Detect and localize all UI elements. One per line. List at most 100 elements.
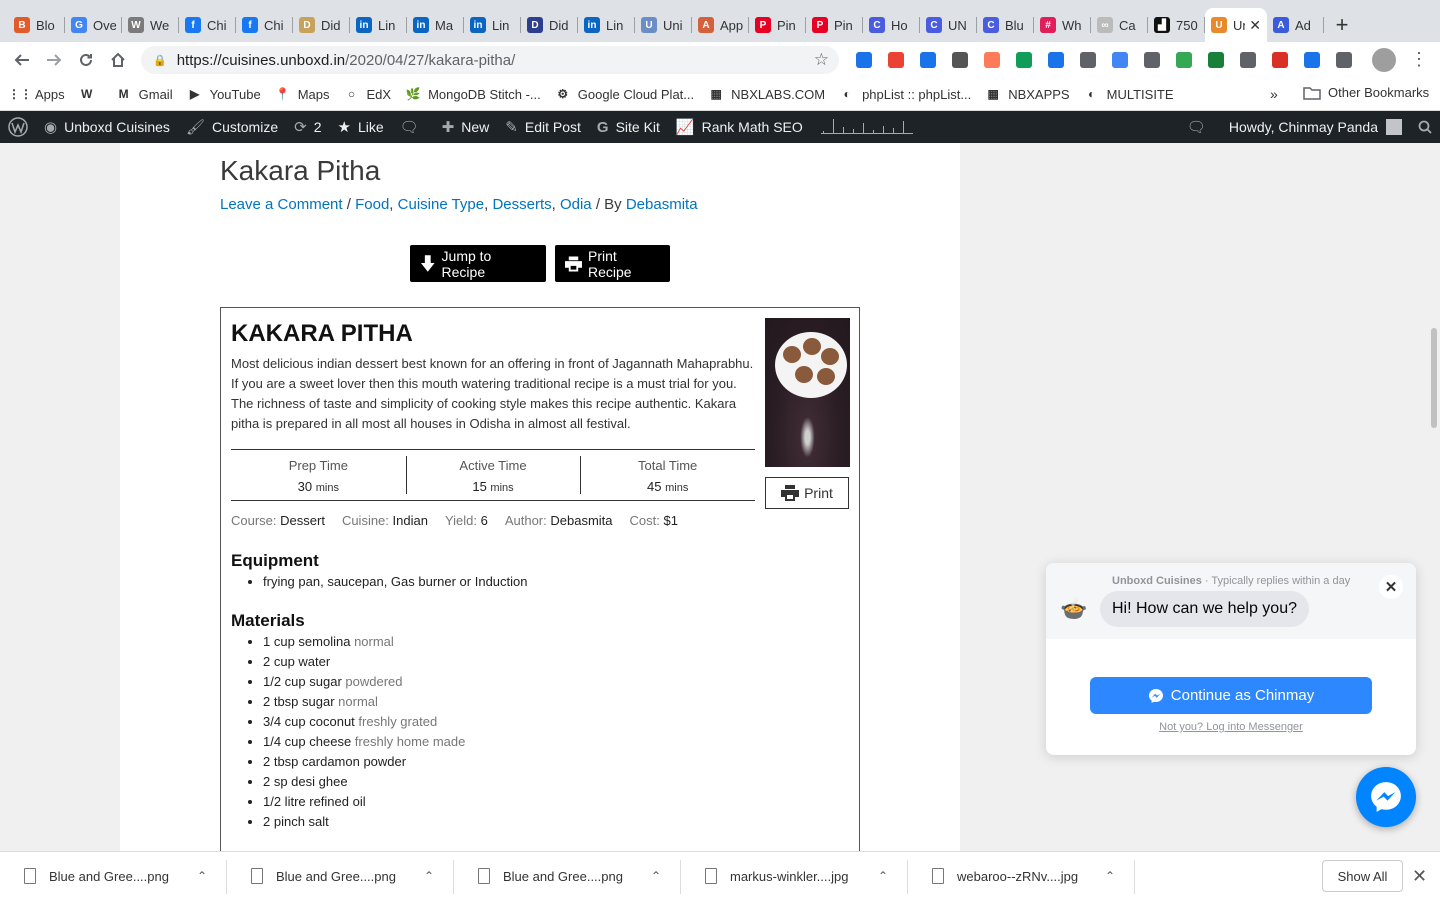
browser-tab[interactable]: P Pin bbox=[806, 8, 863, 42]
author-link[interactable]: Debasmita bbox=[626, 196, 698, 213]
browser-tab[interactable]: C Blu bbox=[977, 8, 1034, 42]
chevron-up-icon[interactable]: ⌃ bbox=[1105, 869, 1115, 883]
browser-tab[interactable]: in Lin bbox=[350, 8, 407, 42]
extension-icon[interactable] bbox=[944, 42, 976, 78]
log-into-messenger-link[interactable]: Not you? Log into Messenger bbox=[1046, 721, 1416, 733]
ab-notifications[interactable]: 🗨 bbox=[1179, 111, 1221, 143]
ab-like[interactable]: ★ Like bbox=[330, 111, 392, 143]
extension-icon[interactable] bbox=[1072, 42, 1104, 78]
bookmark-item[interactable]: 🌿 MongoDB Stitch -... bbox=[405, 86, 541, 102]
show-all-button[interactable]: Show All bbox=[1322, 860, 1403, 892]
print-recipe-button[interactable]: Print Recipe bbox=[555, 245, 670, 282]
bookmark-item[interactable]: M Gmail bbox=[116, 86, 173, 102]
extension-icon[interactable] bbox=[1040, 42, 1072, 78]
leave-comment-link[interactable]: Leave a Comment bbox=[220, 196, 343, 213]
stats-sparkline[interactable] bbox=[820, 119, 913, 134]
continue-as-button[interactable]: Continue as Chinmay bbox=[1090, 677, 1372, 714]
chevron-up-icon[interactable]: ⌃ bbox=[651, 869, 661, 883]
ab-edit-post[interactable]: ✎ Edit Post bbox=[497, 111, 589, 143]
bookmark-item[interactable]: 📍 Maps bbox=[275, 86, 329, 102]
reload-button[interactable] bbox=[70, 44, 102, 76]
browser-tab[interactable]: in Lin bbox=[578, 8, 635, 42]
address-bar[interactable]: 🔒 https://cuisines.unboxd.in/2020/04/27/… bbox=[141, 46, 839, 74]
download-item[interactable]: webaroo--zRNv....jpg ⌃ bbox=[908, 852, 1135, 900]
browser-tab[interactable]: D Did bbox=[293, 8, 350, 42]
bookmark-item[interactable]: W bbox=[79, 86, 102, 102]
ab-site-kit[interactable]: G Site Kit bbox=[589, 111, 668, 143]
download-item[interactable]: Blue and Gree....png ⌃ bbox=[0, 852, 227, 900]
recipe-print-button[interactable]: Print bbox=[765, 477, 849, 509]
category-link[interactable]: Cuisine Type bbox=[398, 196, 484, 213]
download-item[interactable]: Blue and Gree....png ⌃ bbox=[454, 852, 681, 900]
browser-tab[interactable]: ▟ 750 bbox=[1148, 8, 1205, 42]
bookmark-item[interactable]: ⋮⋮ Apps bbox=[8, 86, 65, 102]
download-item[interactable]: Blue and Gree....png ⌃ bbox=[227, 852, 454, 900]
scrollbar-thumb[interactable] bbox=[1431, 328, 1437, 428]
ab-updates[interactable]: ⟳ 2 bbox=[286, 111, 329, 143]
extension-icon[interactable] bbox=[1328, 42, 1360, 78]
extension-icon[interactable] bbox=[1168, 42, 1200, 78]
ab-my-account[interactable]: Howdy, Chinmay Panda bbox=[1221, 111, 1410, 143]
chat-close-button[interactable]: ✕ bbox=[1379, 575, 1403, 599]
back-button[interactable] bbox=[6, 44, 38, 76]
bookmark-item[interactable]: ◐ phpList :: phpList... bbox=[839, 86, 971, 102]
extension-icon[interactable] bbox=[1264, 42, 1296, 78]
forward-button[interactable] bbox=[38, 44, 70, 76]
extension-icon[interactable] bbox=[1232, 42, 1264, 78]
browser-tab[interactable]: A Ad bbox=[1267, 8, 1324, 42]
browser-tab[interactable]: C Ho bbox=[863, 8, 920, 42]
ab-customize[interactable]: 🖌 Customize bbox=[178, 111, 286, 143]
chevron-up-icon[interactable]: ⌃ bbox=[197, 869, 207, 883]
messenger-launcher-button[interactable] bbox=[1356, 767, 1416, 827]
new-tab-button[interactable]: + bbox=[1324, 8, 1360, 42]
browser-tab[interactable]: D Did bbox=[521, 8, 578, 42]
extension-icon[interactable] bbox=[1008, 42, 1040, 78]
browser-tab[interactable]: C UN bbox=[920, 8, 977, 42]
browser-tab[interactable]: f Chi bbox=[236, 8, 293, 42]
browser-tab[interactable]: ∞ Ca bbox=[1091, 8, 1148, 42]
category-link[interactable]: Food bbox=[355, 196, 389, 213]
category-link[interactable]: Odia bbox=[560, 196, 592, 213]
browser-tab[interactable]: U Uni bbox=[635, 8, 692, 42]
bookmark-star-icon[interactable]: ☆ bbox=[814, 50, 829, 70]
bookmark-item[interactable]: ▦ NBXLABS.COM bbox=[708, 86, 825, 102]
extension-icon[interactable] bbox=[912, 42, 944, 78]
browser-tab[interactable]: G Ove bbox=[65, 8, 122, 42]
profile-avatar[interactable] bbox=[1372, 48, 1396, 72]
browser-tab[interactable]: f Chi bbox=[179, 8, 236, 42]
extension-icon[interactable] bbox=[1200, 42, 1232, 78]
bookmark-item[interactable]: ◐ MULTISITE bbox=[1084, 86, 1174, 102]
bookmark-item[interactable]: ▶ YouTube bbox=[187, 86, 261, 102]
wp-logo-menu[interactable] bbox=[0, 111, 36, 143]
browser-tab[interactable]: in Ma bbox=[407, 8, 464, 42]
ab-new[interactable]: ✚ New bbox=[434, 111, 498, 143]
extension-icon[interactable] bbox=[976, 42, 1008, 78]
bookmarks-more-icon[interactable]: » bbox=[1270, 86, 1278, 102]
downloads-close-icon[interactable]: ✕ bbox=[1412, 866, 1427, 887]
browser-tab[interactable]: A App bbox=[692, 8, 749, 42]
browser-tab[interactable]: in Lin bbox=[464, 8, 521, 42]
ab-comments[interactable]: 🗨 bbox=[392, 111, 434, 143]
browser-tab[interactable]: # Wh bbox=[1034, 8, 1091, 42]
browser-tab[interactable]: P Pin bbox=[749, 8, 806, 42]
browser-tab[interactable]: B Blo bbox=[8, 8, 65, 42]
ab-rank-math[interactable]: 📈 Rank Math SEO bbox=[668, 111, 811, 143]
page-scrollbar[interactable] bbox=[1428, 143, 1440, 851]
ab-search[interactable] bbox=[1410, 111, 1440, 143]
browser-menu-icon[interactable]: ⋮ bbox=[1410, 49, 1428, 70]
browser-tab-active[interactable]: U Unboxd Cuisines ✕ bbox=[1205, 8, 1267, 42]
ab-site-name[interactable]: ◉ Unboxd Cuisines bbox=[36, 111, 178, 143]
extension-icon[interactable] bbox=[1104, 42, 1136, 78]
extension-icon[interactable] bbox=[848, 42, 880, 78]
bookmark-item[interactable]: ▦ NBXAPPS bbox=[985, 86, 1070, 102]
extension-icon[interactable] bbox=[1136, 42, 1168, 78]
browser-tab[interactable]: W We bbox=[122, 8, 179, 42]
extension-icon[interactable] bbox=[1296, 42, 1328, 78]
other-bookmarks[interactable]: Other Bookmarks bbox=[1303, 85, 1429, 100]
tab-close-icon[interactable]: ✕ bbox=[1249, 17, 1261, 34]
download-item[interactable]: markus-winkler....jpg ⌃ bbox=[681, 852, 908, 900]
chevron-up-icon[interactable]: ⌃ bbox=[424, 869, 434, 883]
jump-to-recipe-button[interactable]: Jump to Recipe bbox=[410, 245, 546, 282]
chevron-up-icon[interactable]: ⌃ bbox=[878, 869, 888, 883]
bookmark-item[interactable]: ⚙ Google Cloud Plat... bbox=[555, 86, 694, 102]
